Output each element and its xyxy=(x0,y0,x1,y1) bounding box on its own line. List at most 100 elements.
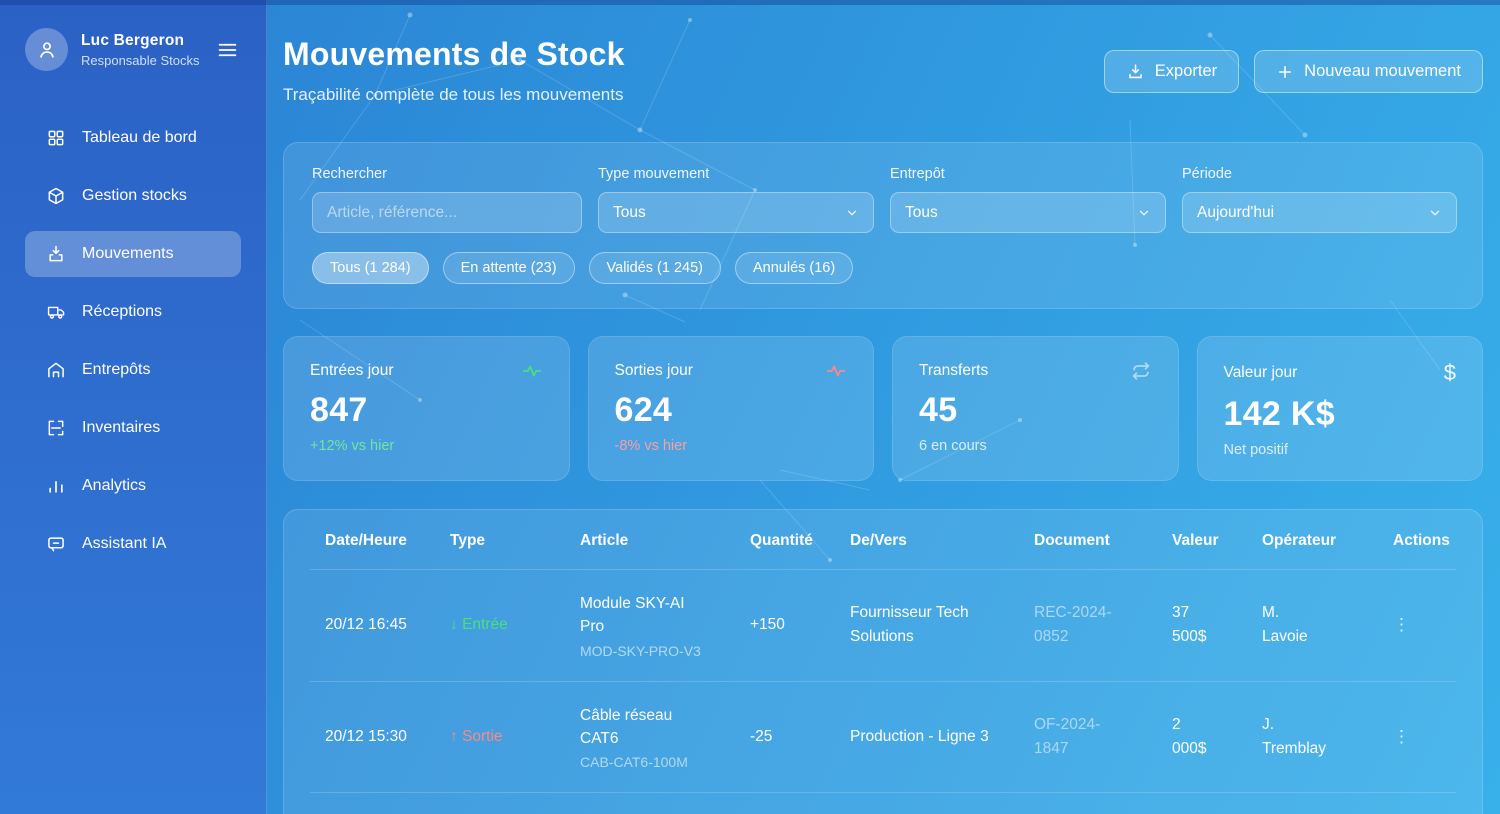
user-profile: Luc Bergeron Responsable Stocks xyxy=(25,28,241,71)
stat-sub: -8% vs hier xyxy=(615,438,848,454)
warehouse-icon xyxy=(45,360,67,380)
chip-validated[interactable]: Validés (1 245) xyxy=(589,252,721,284)
table-row[interactable]: 20/12 16:45 ↓ Entrée Module SKY-AI Pro M… xyxy=(310,569,1456,681)
top-strip xyxy=(0,0,1500,5)
export-button[interactable]: Exporter xyxy=(1104,50,1239,93)
movements-icon xyxy=(45,244,67,264)
type-select-value: Tous xyxy=(613,204,646,222)
period-select-value: Aujourd'hui xyxy=(1197,204,1274,222)
page-header: Mouvements de Stock Traçabilité complète… xyxy=(283,36,1483,105)
article-sku: CAB-CAT6-100M xyxy=(580,754,695,770)
cell-type: ↑ Sortie xyxy=(435,728,565,746)
period-select[interactable]: Aujourd'hui xyxy=(1182,192,1457,233)
warehouse-select[interactable]: Tous xyxy=(890,192,1166,233)
movements-table: Date/Heure Type Article Quantité De/Vers… xyxy=(283,509,1483,814)
search-filter: Rechercher xyxy=(312,166,582,233)
sidebar-item-inventories[interactable]: Inventaires xyxy=(25,405,241,451)
cell-document[interactable]: OF-2024-1847 xyxy=(1019,713,1157,761)
stat-label: Transferts xyxy=(919,362,988,380)
sidebar-item-label: Tableau de bord xyxy=(82,129,197,147)
chat-icon xyxy=(45,534,67,554)
warehouse-label: Entrepôt xyxy=(890,166,1166,182)
user-role: Responsable Stocks xyxy=(81,53,201,68)
col-operator: Opérateur xyxy=(1247,532,1365,550)
chevron-down-icon xyxy=(1137,206,1151,220)
sidebar-item-warehouses[interactable]: Entrepôts xyxy=(25,347,241,393)
arrow-down-icon: ↓ xyxy=(450,616,458,633)
col-datetime: Date/Heure xyxy=(310,532,435,550)
sidebar-item-label: Gestion stocks xyxy=(82,187,187,205)
status-chips: Tous (1 284) En attente (23) Validés (1 … xyxy=(312,252,1454,284)
sidebar-item-label: Inventaires xyxy=(82,419,160,437)
sidebar-item-assistant[interactable]: Assistant IA xyxy=(25,521,241,567)
stat-sub: +12% vs hier xyxy=(310,438,543,454)
download-icon xyxy=(1126,62,1145,81)
sidebar-item-label: Analytics xyxy=(82,477,146,495)
row-actions-menu[interactable]: ⋮ xyxy=(1365,727,1456,747)
cell-datetime: 20/12 16:45 xyxy=(310,616,435,634)
cell-document[interactable]: REC-2024-0852 xyxy=(1019,601,1157,649)
sidebar-item-analytics[interactable]: Analytics xyxy=(25,463,241,509)
new-movement-button[interactable]: Nouveau mouvement xyxy=(1254,50,1483,93)
menu-icon[interactable] xyxy=(214,38,241,62)
col-value: Valeur xyxy=(1157,532,1247,550)
search-input[interactable] xyxy=(312,192,582,233)
user-name: Luc Bergeron xyxy=(81,32,201,50)
col-type: Type xyxy=(435,532,565,550)
stat-card-entries: Entrées jour 847 +12% vs hier xyxy=(283,336,570,481)
avatar[interactable] xyxy=(25,28,68,71)
chip-all[interactable]: Tous (1 284) xyxy=(312,252,429,284)
type-filter: Type mouvement Tous xyxy=(598,166,874,233)
row-actions-menu[interactable]: ⋮ xyxy=(1365,615,1456,635)
chevron-down-icon xyxy=(1428,206,1442,220)
table-row[interactable]: 20/12 15:30 ↑ Sortie Câble réseau CAT6 C… xyxy=(310,681,1456,793)
page-subtitle: Traçabilité complète de tous les mouveme… xyxy=(283,85,625,105)
article-name: Module SKY-AI Pro xyxy=(580,592,695,639)
stat-label: Sorties jour xyxy=(615,362,693,380)
col-actions: Actions xyxy=(1365,532,1470,550)
article-name: Câble réseau CAT6 xyxy=(580,704,695,751)
cell-from-to: Fournisseur Tech Solutions xyxy=(835,601,1019,649)
stat-sub: 6 en cours xyxy=(919,438,1152,454)
cell-from-to: Production - Ligne 3 xyxy=(835,725,1019,749)
stat-value: 624 xyxy=(615,391,848,430)
sidebar-item-label: Mouvements xyxy=(82,245,174,263)
cell-article: Module SKY-AI Pro MOD-SKY-PRO-V3 xyxy=(565,592,735,659)
stat-card-transfers: Transferts 45 6 en cours xyxy=(892,336,1179,481)
sidebar-item-label: Assistant IA xyxy=(82,535,166,553)
main-content: Mouvements de Stock Traçabilité complète… xyxy=(267,0,1500,814)
activity-icon xyxy=(825,360,847,382)
chip-pending[interactable]: En attente (23) xyxy=(443,252,575,284)
col-qty: Quantité xyxy=(735,532,835,550)
cell-article: Câble réseau CAT6 CAB-CAT6-100M xyxy=(565,704,735,771)
stat-value: 847 xyxy=(310,391,543,430)
plus-icon xyxy=(1276,63,1294,81)
page-title: Mouvements de Stock xyxy=(283,36,625,73)
warehouse-select-value: Tous xyxy=(905,204,938,222)
person-icon xyxy=(36,39,58,61)
sidebar-item-dashboard[interactable]: Tableau de bord xyxy=(25,115,241,161)
sidebar-item-label: Réceptions xyxy=(82,303,162,321)
chevron-down-icon xyxy=(845,206,859,220)
sidebar-item-stock[interactable]: Gestion stocks xyxy=(25,173,241,219)
type-select[interactable]: Tous xyxy=(598,192,874,233)
sidebar-nav: Tableau de bord Gestion stocks Mouvement… xyxy=(25,115,241,567)
cell-type: ↓ Entrée xyxy=(435,616,565,634)
inventory-icon xyxy=(45,418,67,438)
stat-card-exits: Sorties jour 624 -8% vs hier xyxy=(588,336,875,481)
export-label: Exporter xyxy=(1155,62,1217,81)
period-label: Période xyxy=(1182,166,1457,182)
user-info: Luc Bergeron Responsable Stocks xyxy=(81,32,201,68)
warehouse-filter: Entrepôt Tous xyxy=(890,166,1166,233)
new-movement-label: Nouveau mouvement xyxy=(1304,62,1461,81)
cell-qty: +150 xyxy=(735,616,835,634)
bar-chart-icon xyxy=(45,476,67,496)
sidebar: Luc Bergeron Responsable Stocks Tableau … xyxy=(0,0,267,814)
type-label: Type mouvement xyxy=(598,166,874,182)
cube-icon xyxy=(45,186,67,206)
search-label: Rechercher xyxy=(312,166,582,182)
sidebar-item-movements[interactable]: Mouvements xyxy=(25,231,241,277)
chip-cancelled[interactable]: Annulés (16) xyxy=(735,252,853,284)
sidebar-item-receptions[interactable]: Réceptions xyxy=(25,289,241,335)
cell-datetime: 20/12 15:30 xyxy=(310,728,435,746)
